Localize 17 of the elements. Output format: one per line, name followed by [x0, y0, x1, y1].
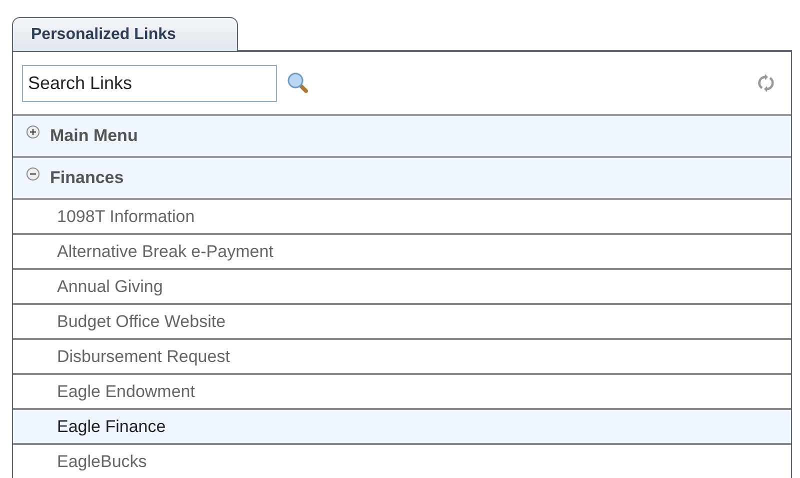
link-item[interactable]: Disbursement Request — [13, 340, 791, 375]
search-field[interactable]: Search Links — [22, 64, 277, 102]
category-row[interactable]: Main Menu — [13, 116, 791, 158]
link-item[interactable]: Alternative Break e-Payment — [13, 235, 791, 270]
personalized-links-tab[interactable]: Personalized Links — [12, 17, 238, 51]
link-item[interactable]: EagleBucks — [13, 445, 791, 478]
category-label: Finances — [50, 168, 124, 188]
link-item[interactable]: Budget Office Website — [13, 305, 791, 340]
refresh-icon[interactable] — [757, 74, 775, 92]
collapse-icon[interactable] — [26, 167, 40, 181]
link-item[interactable]: Eagle Finance — [13, 410, 791, 445]
expand-icon[interactable] — [26, 125, 40, 139]
search-icon[interactable] — [287, 72, 309, 94]
category-label: Main Menu — [50, 126, 138, 146]
category-row[interactable]: Finances — [13, 158, 791, 200]
link-item[interactable]: 1098T Information — [13, 200, 791, 235]
link-item[interactable]: Annual Giving — [13, 270, 791, 305]
